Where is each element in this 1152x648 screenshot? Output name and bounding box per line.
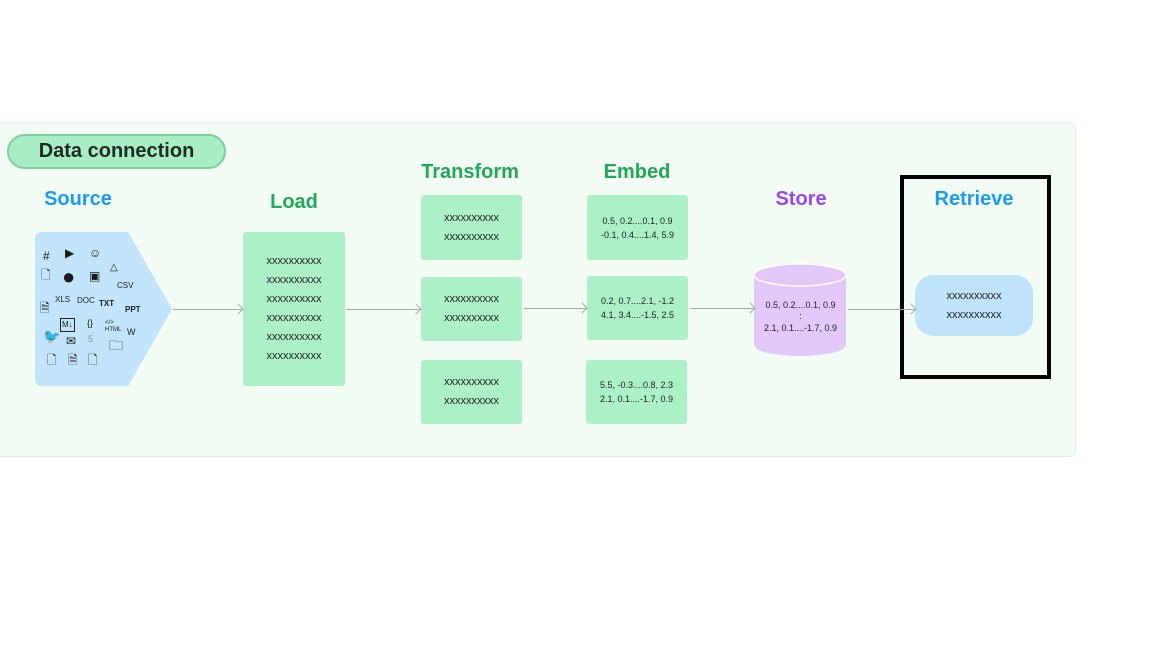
- load-line: xxxxxxxxxx: [266, 350, 322, 362]
- store-contents: 0.5, 0.2....0.1, 0.9 : 2.1, 0.1....-1.7,…: [754, 298, 847, 335]
- docx-file-icon: DOC: [77, 296, 95, 305]
- embedding-box: 0.5, 0.2....0.1, 0.9 -0.1, 0.4....1.4, 5.…: [587, 195, 688, 260]
- discord-icon: ☺: [89, 246, 102, 260]
- vector-line: 0.2, 0.7....2.1, -1.2: [600, 296, 675, 306]
- vector-line: 5.5, -0.3....0.8, 2.3: [599, 380, 674, 390]
- json-file-icon: {}: [87, 318, 94, 328]
- vector-line: -0.1, 0.4....1.4, 5.9: [600, 229, 675, 240]
- markdown-icon: M↓: [60, 318, 75, 332]
- folder-icon: 🗀: [109, 337, 123, 353]
- chunk-line: xxxxxxxxxx: [444, 395, 499, 407]
- transform-chunk-box: xxxxxxxxxx xxxxxxxxxx: [421, 360, 522, 424]
- load-box: xxxxxxxxxx xxxxxxxxxx xxxxxxxxxx xxxxxxx…: [243, 232, 345, 386]
- transform-label: Transform: [421, 161, 519, 183]
- txt-file-icon: TXT: [99, 299, 115, 308]
- github-icon: ●: [62, 264, 76, 289]
- embedding-box: 0.2, 0.7....2.1, -1.2 4.1, 3.4....-1.5, 2…: [587, 276, 688, 340]
- transform-chunk-box: xxxxxxxxxx xxxxxxxxxx: [421, 277, 522, 341]
- css-file-icon: 5: [88, 334, 94, 344]
- embed-label: Embed: [603, 161, 671, 183]
- chunk-line: xxxxxxxxxx: [444, 376, 499, 388]
- arrow-source-to-load: [173, 309, 242, 310]
- chunk-line: xxxxxxxxxx: [444, 312, 499, 324]
- doc-file-icon: 🗎: [40, 301, 50, 315]
- image-icon: ▣: [89, 269, 101, 283]
- arrow-load-to-transform: [346, 309, 420, 310]
- load-line: xxxxxxxxxx: [266, 255, 322, 267]
- vector-line: 0.5, 0.2....0.1, 0.9: [765, 300, 836, 310]
- vector-ellipsis: :: [799, 311, 802, 321]
- arrow-transform-to-embed: [524, 308, 586, 309]
- wikipedia-icon: W: [127, 327, 136, 337]
- slack-icon: #: [43, 249, 50, 263]
- email-icon: ✉: [66, 334, 77, 348]
- vector-line: 2.1, 0.1....-1.7, 0.9: [763, 323, 838, 333]
- youtube-icon: ▶: [65, 246, 75, 260]
- ppt-file-icon: PPT: [125, 305, 141, 314]
- arrow-store-to-retrieve: [848, 309, 915, 310]
- vector-line: 2.1, 0.1....-1.7, 0.9: [599, 394, 674, 404]
- twitter-icon: 🐦: [43, 328, 61, 344]
- retrieve-highlight-frame: [900, 175, 1051, 379]
- source-label: Source: [44, 188, 112, 210]
- transform-chunk-box: xxxxxxxxxx xxxxxxxxxx: [421, 195, 522, 260]
- load-label: Load: [270, 191, 318, 213]
- vector-line: 4.1, 3.4....-1.5, 2.5: [600, 310, 675, 320]
- file-icon: 🗋: [88, 353, 98, 367]
- html-icon: </> HTML: [105, 320, 122, 333]
- vector-line: 0.5, 0.2....0.1, 0.9: [602, 215, 673, 226]
- load-line: xxxxxxxxxx: [266, 274, 322, 286]
- arrow-embed-to-store: [690, 308, 754, 309]
- chunk-line: xxxxxxxxxx: [444, 293, 499, 305]
- embedding-box: 5.5, -0.3....0.8, 2.3 2.1, 0.1....-1.7, 0…: [586, 360, 687, 424]
- store-label: Store: [775, 188, 827, 210]
- load-line: xxxxxxxxxx: [266, 331, 322, 343]
- data-connection-badge: Data connection: [7, 134, 226, 169]
- load-line: xxxxxxxxxx: [266, 312, 322, 324]
- chunk-line: xxxxxxxxxx: [444, 230, 499, 243]
- xls-file-icon: XLS: [55, 295, 71, 304]
- chunk-line: xxxxxxxxxx: [444, 211, 499, 224]
- csv-file-icon: CSV: [117, 281, 134, 290]
- file-icon: 🗋: [41, 268, 51, 282]
- text-file-icon: 🗎: [68, 353, 78, 367]
- google-drive-icon: △: [110, 262, 118, 273]
- load-line: xxxxxxxxxx: [266, 293, 322, 305]
- file-icon: 🗋: [47, 353, 57, 367]
